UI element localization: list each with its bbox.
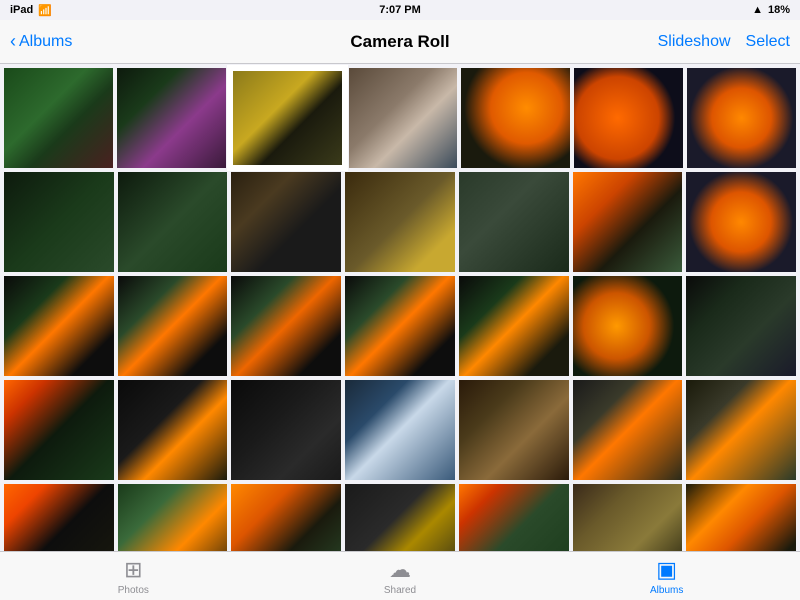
photo-row-3 [4, 380, 796, 480]
photo-grid [0, 64, 800, 551]
albums-icon: ▣ [656, 557, 677, 583]
photo-thumb-17[interactable] [231, 276, 341, 376]
photo-thumb-31[interactable] [231, 484, 341, 551]
photo-row-0 [4, 68, 796, 168]
photo-thumb-29[interactable] [4, 484, 114, 551]
photo-thumb-4[interactable] [349, 68, 458, 168]
photo-thumb-25[interactable] [345, 380, 455, 480]
photo-thumb-13[interactable] [573, 172, 683, 272]
photo-thumb-16[interactable] [118, 276, 228, 376]
nav-bar: ‹ Albums Camera Roll Slideshow Select [0, 20, 800, 64]
photos-icon: ⊞ [124, 557, 142, 583]
photo-row-4 [4, 484, 796, 551]
photo-thumb-3[interactable] [230, 68, 345, 168]
photo-row-1 [4, 172, 796, 272]
photo-thumb-30[interactable] [118, 484, 228, 551]
photo-thumb-15[interactable] [4, 276, 114, 376]
photo-thumb-34[interactable] [573, 484, 683, 551]
photo-thumb-10[interactable] [231, 172, 341, 272]
page-title: Camera Roll [350, 32, 449, 52]
photo-thumb-33[interactable] [459, 484, 569, 551]
shared-icon: ☁ [389, 557, 411, 583]
photo-row-2 [4, 276, 796, 376]
photo-thumb-28[interactable] [686, 380, 796, 480]
photo-thumb-6[interactable] [574, 68, 683, 168]
tab-photos-label: Photos [118, 585, 149, 596]
nav-actions: Slideshow Select [658, 33, 790, 51]
back-label: Albums [19, 33, 72, 51]
photo-thumb-11[interactable] [345, 172, 455, 272]
carrier-label: iPad [10, 4, 33, 16]
photo-thumb-22[interactable] [4, 380, 114, 480]
photo-thumb-9[interactable] [118, 172, 228, 272]
photo-thumb-1[interactable] [4, 68, 113, 168]
photo-thumb-23[interactable] [118, 380, 228, 480]
photo-thumb-24[interactable] [231, 380, 341, 480]
photo-thumb-21[interactable] [686, 276, 796, 376]
photo-thumb-27[interactable] [573, 380, 683, 480]
photo-thumb-20[interactable] [573, 276, 683, 376]
select-button[interactable]: Select [746, 33, 790, 51]
status-right: ▲ 18% [752, 4, 790, 16]
tab-albums[interactable]: ▣ Albums [533, 557, 800, 596]
photo-thumb-35[interactable] [686, 484, 796, 551]
tab-photos[interactable]: ⊞ Photos [0, 557, 267, 596]
tab-albums-label: Albums [650, 585, 683, 596]
slideshow-button[interactable]: Slideshow [658, 33, 731, 51]
back-button[interactable]: ‹ Albums [10, 31, 72, 52]
photo-thumb-26[interactable] [459, 380, 569, 480]
photo-thumb-12[interactable] [459, 172, 569, 272]
photo-thumb-19[interactable] [459, 276, 569, 376]
status-bar: iPad 📶 7:07 PM ▲ 18% [0, 0, 800, 20]
tab-bar: ⊞ Photos ☁ Shared ▣ Albums [0, 551, 800, 600]
photo-thumb-7[interactable] [687, 68, 796, 168]
photo-thumb-8[interactable] [4, 172, 114, 272]
battery-label: 18% [768, 4, 790, 16]
photo-thumb-32[interactable] [345, 484, 455, 551]
chevron-left-icon: ‹ [10, 31, 16, 52]
signal-icon: ▲ [752, 4, 763, 16]
wifi-icon: 📶 [38, 4, 52, 17]
photo-thumb-18[interactable] [345, 276, 455, 376]
status-left: iPad 📶 [10, 4, 52, 17]
tab-shared[interactable]: ☁ Shared [267, 557, 534, 596]
photo-thumb-14[interactable] [686, 172, 796, 272]
status-time: 7:07 PM [379, 4, 421, 16]
photo-thumb-2[interactable] [117, 68, 226, 168]
photo-thumb-5[interactable] [461, 68, 570, 168]
tab-shared-label: Shared [384, 585, 416, 596]
